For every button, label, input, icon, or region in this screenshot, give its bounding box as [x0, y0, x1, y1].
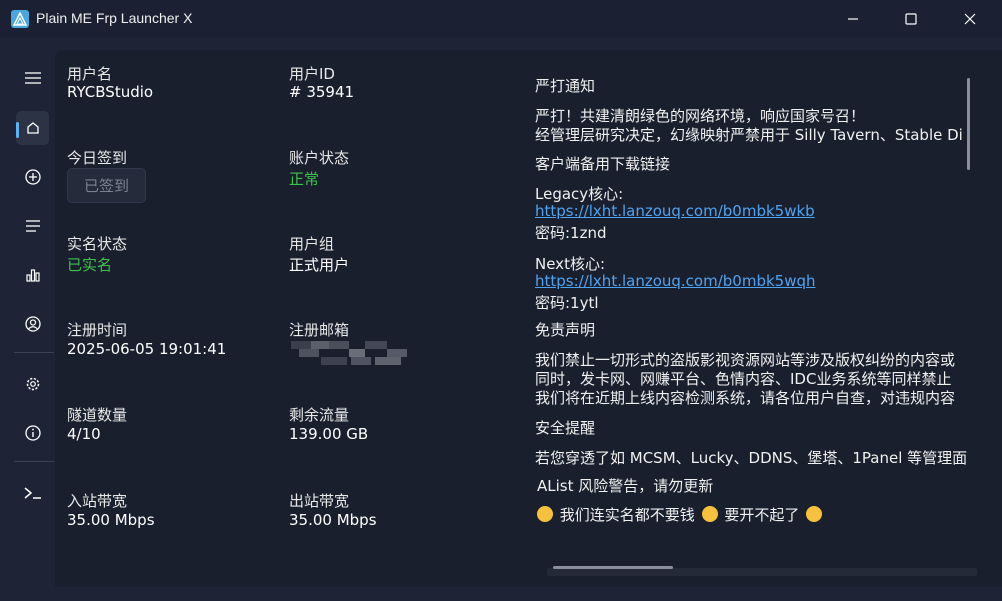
notice-heading: 严打通知	[535, 77, 596, 95]
title-bar[interactable]: Plain ME Frp Launcher X	[0, 0, 1002, 38]
inbound-value: 35.00 Mbps	[67, 511, 155, 529]
account-status-value: 正常	[289, 170, 320, 188]
minimize-button[interactable]	[830, 0, 876, 38]
close-button[interactable]	[947, 0, 993, 38]
tunnels-value: 4/10	[67, 425, 101, 443]
nav-divider	[14, 461, 54, 462]
maximize-button[interactable]	[888, 0, 934, 38]
crying-face-icon	[806, 506, 823, 522]
terminal-icon	[24, 487, 41, 499]
pleading-face-icon	[701, 506, 718, 522]
bar-chart-icon	[25, 269, 40, 282]
userid-value: # 35941	[289, 83, 355, 101]
nav-settings[interactable]	[16, 367, 49, 401]
email-label: 注册邮箱	[289, 321, 350, 339]
nav-divider	[14, 352, 54, 353]
minimize-icon	[848, 18, 858, 20]
email-blurred-value	[291, 341, 407, 365]
notice-text: 要开不起了	[724, 506, 800, 524]
home-icon	[26, 122, 39, 134]
nav-about[interactable]	[16, 416, 49, 450]
legacy-password: 密码:1znd	[535, 224, 607, 242]
signin-button[interactable]: 已签到	[67, 168, 146, 203]
next-core-label: Next核心:	[535, 255, 605, 273]
traffic-value: 139.00 GB	[289, 425, 369, 443]
userid-label: 用户ID	[289, 65, 335, 83]
app-logo-icon	[11, 10, 29, 28]
notice-heading: 客户端备用下载链接	[535, 155, 671, 173]
nav-user[interactable]	[16, 307, 49, 341]
nav-statistics[interactable]	[16, 258, 49, 292]
notice-text: 若您穿透了如 MCSM、Lucky、DDNS、堡塔、1Panel 等管理面	[535, 449, 968, 467]
account-status-label: 账户状态	[289, 149, 350, 167]
nav-sidebar	[0, 38, 55, 601]
notice-horizontal-scrollbar-thumb[interactable]	[553, 566, 673, 569]
username-value: RYCBStudio	[67, 83, 154, 101]
next-password: 密码:1ytl	[535, 294, 599, 312]
add-circle-icon	[24, 169, 41, 185]
outbound-label: 出站带宽	[289, 492, 350, 510]
outbound-value: 35.00 Mbps	[289, 511, 377, 529]
register-time-label: 注册时间	[67, 321, 128, 339]
window-title: Plain ME Frp Launcher X	[36, 10, 193, 26]
legacy-core-label: Legacy核心:	[535, 185, 624, 203]
nav-home[interactable]	[16, 111, 49, 145]
legacy-download-link[interactable]: https://lxht.lanzouq.com/b0mbk5wkb	[535, 202, 815, 220]
usergroup-label: 用户组	[289, 235, 335, 253]
maximize-icon	[905, 13, 917, 25]
user-circle-icon	[24, 316, 41, 332]
notice-vertical-scrollbar[interactable]	[967, 78, 970, 170]
username-label: 用户名	[67, 65, 113, 83]
nav-active-indicator	[16, 122, 19, 138]
nav-tunnel-list[interactable]	[16, 209, 49, 243]
info-icon	[24, 425, 41, 441]
nav-terminal[interactable]	[16, 476, 49, 510]
gear-icon	[26, 377, 39, 391]
notice-text: 我们连实名都不要钱	[559, 506, 695, 524]
usergroup-value: 正式用户	[289, 256, 350, 274]
notice-text: 我们将在近期上线内容检测系统，请各位用户自查，对违规内容	[535, 389, 956, 407]
close-icon	[964, 13, 976, 25]
realname-label: 实名状态	[67, 235, 128, 253]
notice-text: 经管理层研究决定，幻缘映射严禁用于 Silly Tavern、Stable Di	[535, 126, 963, 144]
notice-heading: 安全提醒	[535, 419, 596, 437]
notice-text: 同时，发卡网、网赚平台、色情内容、IDC业务系统等同样禁止	[535, 370, 952, 388]
inbound-label: 入站带宽	[67, 492, 128, 510]
menu-toggle-button[interactable]	[16, 61, 49, 95]
notice-text: 我们禁止一切形式的盗版影视资源网站等涉及版权纠纷的内容或	[535, 351, 956, 369]
tunnels-label: 隧道数量	[67, 406, 128, 424]
list-icon	[25, 220, 40, 232]
notice-text: 严打！共建清朗绿色的网络环境，响应国家号召！	[535, 107, 866, 125]
next-download-link[interactable]: https://lxht.lanzouq.com/b0mbk5wqh	[535, 272, 816, 290]
notice-text: AList 风险警告，请勿更新	[537, 477, 714, 495]
notice-horizontal-scrollbar-track[interactable]	[547, 568, 977, 576]
signin-label: 今日签到	[67, 149, 128, 167]
crying-face-icon	[537, 506, 553, 522]
realname-value: 已实名	[67, 256, 113, 274]
nav-create-tunnel[interactable]	[16, 160, 49, 194]
notice-heading: 免责声明	[535, 321, 596, 339]
notice-panel[interactable]: 严打通知 严打！共建清朗绿色的网络环境，响应国家号召！ 经管理层研究决定，幻缘映…	[535, 72, 978, 542]
notice-emoji-line: 我们连实名都不要钱 要开不起了	[535, 504, 824, 525]
hamburger-icon	[24, 72, 41, 84]
register-time-value: 2025-06-05 19:01:41	[67, 340, 227, 358]
traffic-label: 剩余流量	[289, 406, 350, 424]
